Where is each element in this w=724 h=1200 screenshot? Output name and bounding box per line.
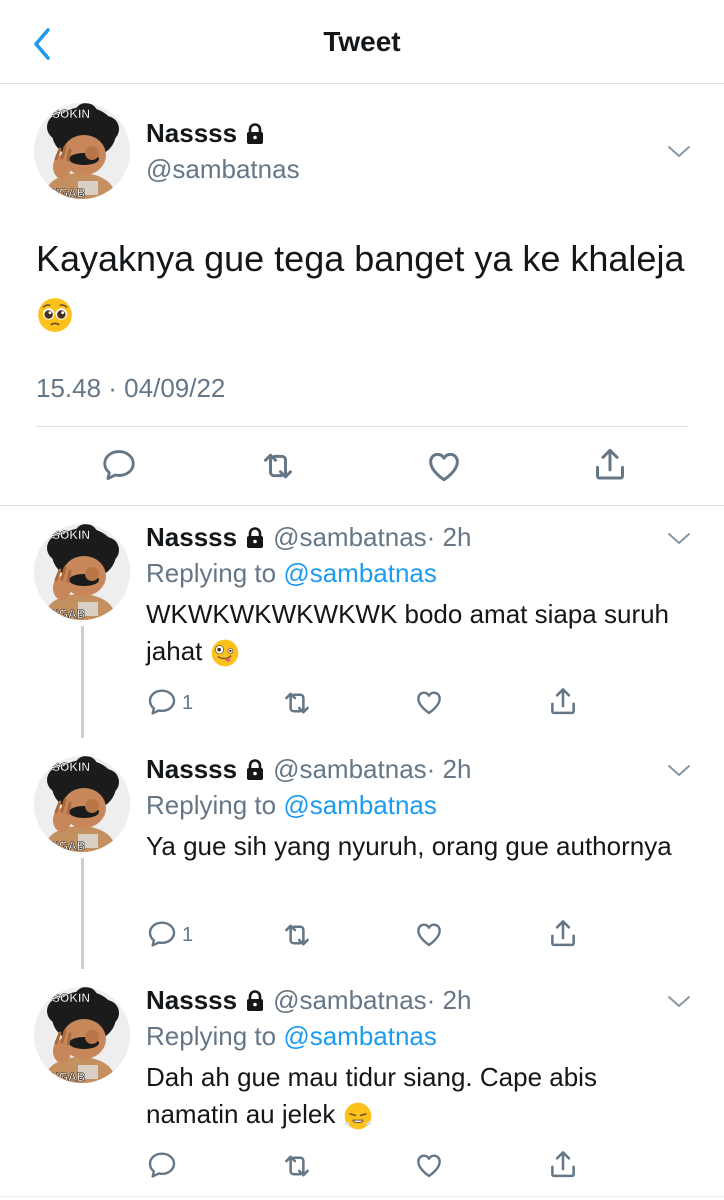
avatar-text-bottom: NGAB <box>50 607 86 620</box>
tweet-timestamp[interactable]: 15.48 · 04/09/22 <box>36 373 225 404</box>
avatar-image: SOKIN NGAB <box>34 524 130 620</box>
lock-icon <box>245 527 265 549</box>
avatar-text-bottom: NGAB <box>50 839 86 852</box>
replying-prefix: Replying to <box>146 790 277 820</box>
triumph-face-emoji <box>343 1101 373 1131</box>
replying-prefix: Replying to <box>146 558 277 588</box>
author-name[interactable]: Nassss <box>146 522 237 553</box>
reply-icon[interactable] <box>146 918 178 950</box>
replying-to: Replying to @sambatnas <box>146 1021 437 1052</box>
replying-mention[interactable]: @sambatnas <box>283 1021 437 1051</box>
thread-line <box>81 626 84 738</box>
reply-tweet[interactable]: SOKIN NGAB Nassss @sambatnas · 2h Replyi… <box>0 969 724 1200</box>
share-icon[interactable] <box>546 1147 580 1181</box>
avatar-text-top: SOKIN <box>52 760 90 774</box>
author-handle[interactable]: @sambatnas <box>273 985 427 1016</box>
avatar[interactable]: SOKIN NGAB <box>34 987 130 1083</box>
avatar-image: SOKIN NGAB <box>34 987 130 1083</box>
author-name[interactable]: Nassss <box>146 118 265 149</box>
replying-prefix: Replying to <box>146 1021 277 1051</box>
replying-mention[interactable]: @sambatnas <box>283 558 437 588</box>
avatar[interactable]: SOKIN NGAB <box>34 524 130 620</box>
retweet-icon[interactable] <box>280 1149 314 1183</box>
avatar-text-top: SOKIN <box>52 107 90 121</box>
top-bar: Tweet <box>0 0 724 84</box>
retweet-icon[interactable] <box>258 446 298 486</box>
reply-text: WKWKWKWKWKWK bodo amat siapa suruh jahat <box>146 596 676 670</box>
author-name[interactable]: Nassss <box>146 985 237 1016</box>
avatar-image: SOKIN NGAB <box>34 756 130 852</box>
author-handle[interactable]: @sambatnas <box>146 154 300 185</box>
lock-icon <box>245 990 265 1012</box>
chevron-down-icon[interactable] <box>666 763 692 779</box>
reply-actions: 1 <box>0 918 724 952</box>
divider <box>36 426 688 427</box>
reply-icon[interactable] <box>146 686 178 718</box>
reply-header: Nassss @sambatnas · 2h <box>146 754 471 785</box>
chevron-down-icon[interactable] <box>666 994 692 1010</box>
tweet-text-content: Kayaknya gue tega banget ya ke khaleja <box>36 238 685 279</box>
reply-time: · 2h <box>426 985 472 1015</box>
share-icon[interactable] <box>546 916 580 950</box>
replying-to: Replying to @sambatnas <box>146 558 437 589</box>
author-name[interactable]: Nassss <box>146 754 237 785</box>
reply-header: Nassss @sambatnas · 2h <box>146 985 471 1016</box>
reply-text-content: Ya gue sih yang nyuruh, orang gue author… <box>146 831 672 861</box>
avatar-text-top: SOKIN <box>52 528 90 542</box>
reply-header: Nassss @sambatnas · 2h <box>146 522 471 553</box>
retweet-icon[interactable] <box>280 918 314 952</box>
reply-count: 1 <box>182 924 194 946</box>
chevron-down-icon[interactable] <box>666 531 692 547</box>
reply-icon[interactable] <box>146 1149 178 1181</box>
reply-time: · 2h <box>426 754 472 784</box>
like-icon[interactable] <box>413 1149 445 1181</box>
avatar-text-bottom: NGAB <box>50 186 86 199</box>
tweet-text: Kayaknya gue tega banget ya ke khaleja <box>36 232 686 340</box>
avatar[interactable]: SOKIN NGAB <box>34 103 130 199</box>
reply-actions: 1 <box>0 686 724 720</box>
author-handle[interactable]: @sambatnas <box>273 754 427 785</box>
chevron-down-icon[interactable] <box>666 144 692 160</box>
like-icon[interactable] <box>424 446 464 486</box>
replying-mention[interactable]: @sambatnas <box>283 790 437 820</box>
thread-line <box>81 858 84 969</box>
like-icon[interactable] <box>413 686 445 718</box>
reply-text: Ya gue sih yang nyuruh, orang gue author… <box>146 828 676 865</box>
reply-icon[interactable] <box>100 446 138 484</box>
reply-text: Dah ah gue mau tidur siang. Cape abis na… <box>146 1059 676 1133</box>
main-tweet: SOKIN NGAB Nassss @sambatnas Kayaknya gu… <box>0 84 724 506</box>
author-name-label: Nassss <box>146 118 238 148</box>
share-icon[interactable] <box>546 684 580 718</box>
replying-to: Replying to @sambatnas <box>146 790 437 821</box>
reply-tweet[interactable]: SOKIN NGAB Nassss @sambatnas · 2h Replyi… <box>0 506 724 738</box>
tweet-actions <box>0 444 724 488</box>
like-icon[interactable] <box>413 918 445 950</box>
reply-count: 1 <box>182 692 194 714</box>
avatar-text-bottom: NGAB <box>50 1070 86 1083</box>
avatar-image: SOKIN NGAB <box>34 103 130 199</box>
zany-face-emoji <box>210 638 240 668</box>
lock-icon <box>245 123 265 145</box>
lock-icon <box>245 759 265 781</box>
avatar-text-top: SOKIN <box>52 991 90 1005</box>
share-icon[interactable] <box>590 444 630 484</box>
pleading-face-emoji <box>36 296 74 334</box>
avatar[interactable]: SOKIN NGAB <box>34 756 130 852</box>
divider <box>0 1196 724 1197</box>
reply-time: · 2h <box>426 522 472 552</box>
page-title: Tweet <box>323 26 401 57</box>
author-handle[interactable]: @sambatnas <box>273 522 427 553</box>
retweet-icon[interactable] <box>280 686 314 720</box>
reply-tweet[interactable]: SOKIN NGAB Nassss @sambatnas · 2h Replyi… <box>0 738 724 969</box>
reply-actions <box>0 1149 724 1183</box>
